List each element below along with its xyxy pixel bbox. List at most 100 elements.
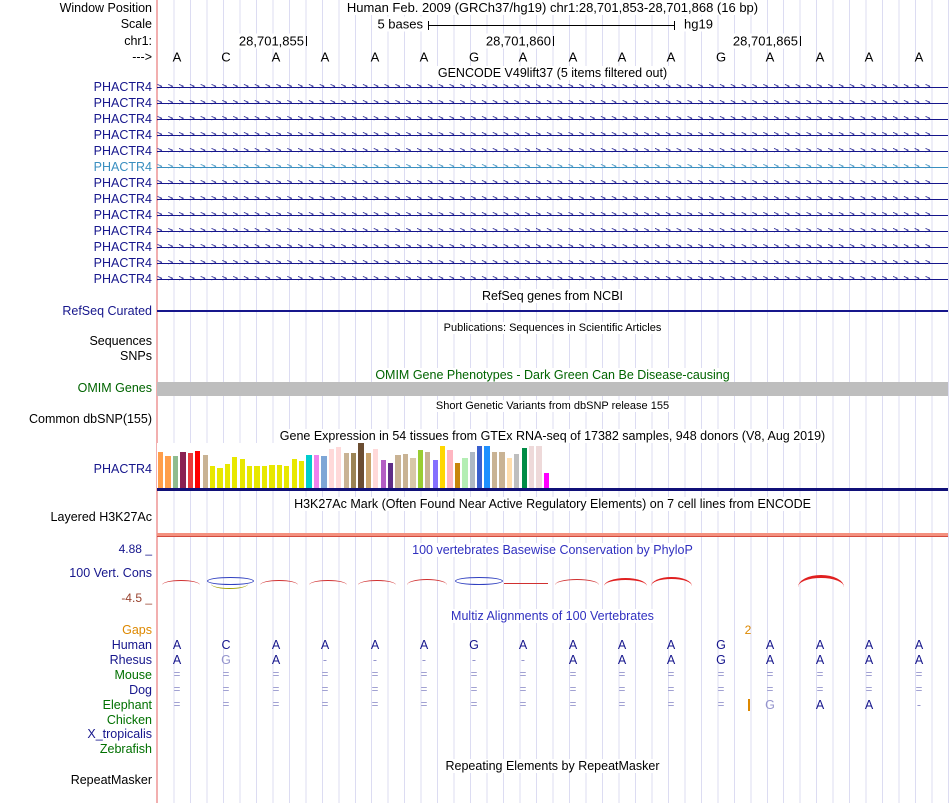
align-insert-marker: [748, 699, 750, 711]
gtex-tissue-bar: [276, 465, 283, 488]
gene-transcript-row[interactable]: >>>>>>>>>>>>>>>>>>>>>>>>>>>>>>>>>>>>>>>>…: [157, 194, 948, 205]
species-label[interactable]: Elephant: [103, 698, 152, 712]
h3k27ac-signal-line[interactable]: [157, 533, 948, 537]
gene-transcript-row[interactable]: >>>>>>>>>>>>>>>>>>>>>>>>>>>>>>>>>>>>>>>>…: [157, 162, 948, 173]
gaps-row-label[interactable]: Gaps: [122, 623, 152, 637]
gencode-title[interactable]: GENCODE V49lift37 (5 items filtered out): [434, 66, 671, 80]
refseq-title[interactable]: RefSeq genes from NCBI: [478, 289, 627, 303]
align-base: G: [765, 698, 775, 712]
cons-min-value: -4.5 _: [121, 591, 152, 605]
gene-transcript-row[interactable]: >>>>>>>>>>>>>>>>>>>>>>>>>>>>>>>>>>>>>>>>…: [157, 178, 948, 189]
cons-max-value: 4.88 _: [118, 542, 152, 556]
align-base: =: [618, 699, 626, 711]
gene-row-label[interactable]: PHACTR4: [94, 144, 152, 158]
gtex-tissue-bar: [187, 453, 193, 488]
gtex-tissue-bar: [321, 456, 327, 488]
align-base: A: [568, 653, 578, 667]
gene-transcript-row[interactable]: >>>>>>>>>>>>>>>>>>>>>>>>>>>>>>>>>>>>>>>>…: [157, 210, 948, 221]
gtex-tissue-bar: [306, 455, 312, 488]
gene-row-label[interactable]: PHACTR4: [94, 256, 152, 270]
sequences-label[interactable]: Sequences: [89, 334, 152, 348]
align-base: A: [914, 638, 924, 652]
gene-transcript-row[interactable]: >>>>>>>>>>>>>>>>>>>>>>>>>>>>>>>>>>>>>>>>…: [157, 258, 948, 269]
species-label[interactable]: Rhesus: [110, 653, 152, 667]
snps-label[interactable]: SNPs: [120, 349, 152, 363]
gtex-tissue-bar: [180, 452, 186, 488]
species-label[interactable]: Human: [112, 638, 152, 652]
scale-value: 5 bases: [376, 16, 424, 32]
publications-title[interactable]: Publications: Sequences in Scientific Ar…: [440, 322, 665, 334]
gtex-title[interactable]: Gene Expression in 54 tissues from GTEx …: [276, 429, 829, 443]
align-base: =: [618, 669, 626, 681]
refseq-curated-line[interactable]: [157, 310, 948, 312]
repeatmasker-label[interactable]: RepeatMasker: [71, 773, 152, 787]
gene-row-label[interactable]: PHACTR4: [94, 224, 152, 238]
gene-transcript-row[interactable]: >>>>>>>>>>>>>>>>>>>>>>>>>>>>>>>>>>>>>>>>…: [157, 274, 948, 285]
gene-row-label[interactable]: PHACTR4: [94, 80, 152, 94]
gtex-tissue-bar: [239, 459, 245, 488]
base-letter: A: [271, 49, 281, 65]
align-base: A: [518, 638, 528, 652]
gtex-tissue-bar: [269, 465, 275, 488]
gene-transcript-row[interactable]: >>>>>>>>>>>>>>>>>>>>>>>>>>>>>>>>>>>>>>>>…: [157, 130, 948, 141]
base-letter: C: [221, 49, 231, 65]
gene-transcript-row[interactable]: >>>>>>>>>>>>>>>>>>>>>>>>>>>>>>>>>>>>>>>>…: [157, 82, 948, 93]
gene-row-label[interactable]: PHACTR4: [94, 160, 152, 174]
species-label[interactable]: Chicken: [107, 713, 152, 727]
align-base: A: [172, 638, 182, 652]
align-base: -: [520, 653, 526, 667]
h3k27ac-title[interactable]: H3K27Ac Mark (Often Found Near Active Re…: [291, 497, 814, 511]
gene-transcript-row[interactable]: >>>>>>>>>>>>>>>>>>>>>>>>>>>>>>>>>>>>>>>>…: [157, 146, 948, 157]
align-base: A: [271, 653, 281, 667]
gtex-tissue-bar: [410, 458, 416, 488]
omim-genes-bar[interactable]: [157, 382, 948, 396]
align-base: A: [617, 653, 627, 667]
gene-row-label[interactable]: PHACTR4: [94, 192, 152, 206]
species-label[interactable]: Mouse: [114, 668, 152, 682]
refseq-curated-label[interactable]: RefSeq Curated: [62, 304, 152, 318]
omim-title[interactable]: OMIM Gene Phenotypes - Dark Green Can Be…: [372, 368, 733, 382]
species-label[interactable]: Zebrafish: [100, 742, 152, 756]
gene-transcript-row[interactable]: >>>>>>>>>>>>>>>>>>>>>>>>>>>>>>>>>>>>>>>>…: [157, 226, 948, 237]
common-dbsnp-label[interactable]: Common dbSNP(155): [29, 412, 152, 426]
omim-genes-label[interactable]: OMIM Genes: [78, 381, 152, 395]
gene-row-label[interactable]: PHACTR4: [94, 176, 152, 190]
species-label[interactable]: X_tropicalis: [87, 727, 152, 741]
gene-row-label[interactable]: PHACTR4: [94, 128, 152, 142]
gene-row-label[interactable]: PHACTR4: [94, 96, 152, 110]
gene-row-label[interactable]: PHACTR4: [94, 240, 152, 254]
align-base: =: [816, 669, 824, 681]
gtex-tissue-bar: [521, 448, 527, 488]
cons-track-label[interactable]: 100 Vert. Cons: [69, 566, 152, 580]
species-label[interactable]: Dog: [129, 683, 152, 697]
base-letter: A: [568, 49, 578, 65]
gtex-tissue-bar: [284, 466, 290, 488]
align-base: =: [173, 684, 181, 696]
dbsnp-title[interactable]: Short Genetic Variants from dbSNP releas…: [432, 400, 673, 412]
gene-row-label[interactable]: PHACTR4: [94, 272, 152, 286]
gene-transcript-row[interactable]: >>>>>>>>>>>>>>>>>>>>>>>>>>>>>>>>>>>>>>>>…: [157, 114, 948, 125]
multiz-title[interactable]: Multiz Alignments of 100 Vertebrates: [448, 609, 657, 623]
gtex-gene-label[interactable]: PHACTR4: [94, 462, 152, 476]
cons-title[interactable]: 100 vertebrates Basewise Conservation by…: [409, 543, 696, 557]
gtex-tissue-bar: [365, 453, 372, 488]
gene-row-label[interactable]: PHACTR4: [94, 112, 152, 126]
align-base: =: [272, 699, 280, 711]
gene-transcript-row[interactable]: >>>>>>>>>>>>>>>>>>>>>>>>>>>>>>>>>>>>>>>>…: [157, 242, 948, 253]
align-base: A: [568, 638, 578, 652]
coord-number: 28,701,860: [484, 33, 552, 49]
gene-transcript-row[interactable]: >>>>>>>>>>>>>>>>>>>>>>>>>>>>>>>>>>>>>>>>…: [157, 98, 948, 109]
gene-row-label[interactable]: PHACTR4: [94, 208, 152, 222]
gtex-tissue-bar: [328, 449, 334, 488]
publications-title-row: Publications: Sequences in Scientific Ar…: [157, 318, 948, 336]
coord-tick: [306, 36, 307, 46]
base-letter: A: [419, 49, 429, 65]
base-letter: G: [715, 49, 727, 65]
coord-number: 28,701,865: [731, 33, 799, 49]
gtex-tissue-bar: [417, 450, 423, 488]
gtex-barchart[interactable]: [157, 443, 560, 488]
layered-h3k27ac-label[interactable]: Layered H3K27Ac: [51, 510, 152, 524]
cons-wiggle-feature: [455, 577, 503, 585]
gap-insert-count: 2: [744, 623, 752, 637]
repeatmasker-title[interactable]: Repeating Elements by RepeatMasker: [442, 759, 663, 773]
